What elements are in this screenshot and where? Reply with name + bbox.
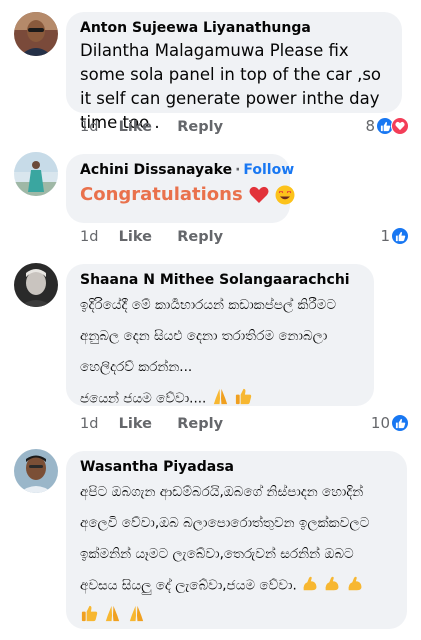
like-button[interactable]: Like — [119, 229, 173, 245]
comment-bubble: Achini Dissanayake · Follow Congratulation… — [66, 154, 295, 223]
comment-author-line: Achini Dissanayake · Follow — [80, 162, 294, 178]
emoji-line — [80, 604, 393, 636]
folded-hands-icon — [103, 604, 122, 635]
like-icon — [391, 227, 409, 245]
reply-button[interactable]: Reply — [177, 119, 223, 135]
flexed-biceps-icon — [346, 570, 364, 601]
comment-timestamp[interactable]: 1d — [80, 229, 114, 245]
like-button[interactable]: Like — [119, 119, 173, 135]
comment-text: අපිට ඔබගැන ආඩම්බරයි,ඔබගේ නිස්පාදන හොදින්… — [80, 477, 393, 635]
comment-timestamp[interactable]: 1d — [80, 119, 114, 135]
like-icon — [391, 414, 409, 432]
heart-eyes-icon — [275, 185, 295, 206]
comment-actions: 1d Like Reply — [80, 229, 223, 245]
reaction-count: 8 — [365, 117, 375, 135]
reply-button[interactable]: Reply — [177, 416, 223, 432]
comment-actions: 1d Like Reply — [80, 416, 223, 432]
comment-line: අනුබල දෙන සියළු දෙනා තරාතිරම නොබලා — [80, 328, 328, 344]
avatar[interactable] — [14, 449, 58, 493]
like-button[interactable]: Like — [119, 416, 173, 432]
flexed-biceps-icon — [301, 570, 319, 601]
comment-author[interactable]: Anton Sujeewa Liyanathunga — [80, 20, 388, 36]
comment-text: ඉදිරියේදී මේ කාර්‍යභාරයන් කඩාකප්පල් කිරී… — [80, 290, 360, 415]
avatar[interactable] — [14, 152, 58, 196]
comment-line-with-emoji: අවසය සියලු දේ ලැබේවා,ජයම වේවා. — [80, 570, 393, 602]
comment-line: ජයෙන් ජයම වේවා.... — [80, 390, 207, 407]
reaction-summary[interactable]: 8 — [365, 117, 409, 135]
red-heart-icon — [249, 185, 269, 206]
comment-line: අවසය සියලු දේ ලැබේවා,ජයම වේවා. — [80, 577, 297, 594]
flexed-biceps-icon — [323, 570, 341, 601]
reaction-count: 1 — [380, 227, 390, 245]
congrats-text: Congratulations — [80, 184, 243, 205]
comment-line: ඉදිරියේදී මේ කාර්‍යභාරයන් කඩාකප්පල් කිරී… — [80, 297, 337, 313]
comment-line-with-emoji: ජයෙන් ජයම වේවා.... — [80, 383, 360, 415]
comment-actions: 1d Like Reply — [80, 119, 223, 135]
thumbs-up-icon — [80, 604, 99, 635]
comment-bubble: Anton Sujeewa Liyanathunga Dilantha Mala… — [66, 12, 402, 132]
avatar[interactable] — [14, 263, 58, 307]
comment-line: ඉක්මනින් යෑමට ලැබේවා,තෙරුවන් සරනින් ඔබට — [80, 546, 354, 562]
comment-bubble: Shaana N Mithee Solangaarachchi ඉදිරියේද… — [66, 264, 374, 407]
comment-author[interactable]: Wasantha Piyadasa — [80, 459, 393, 475]
comment-text: Congratulations — [80, 184, 295, 206]
folded-hands-icon — [211, 383, 230, 414]
reaction-summary[interactable]: 10 — [371, 414, 409, 432]
comment-author[interactable]: Shaana N Mithee Solangaarachchi — [80, 272, 360, 288]
reply-button[interactable]: Reply — [177, 229, 223, 245]
comment-line: අලෙවි වේවා,ඔබ බලාපොරොත්තුවන ඉලක්කවලට — [80, 515, 370, 531]
comment-author[interactable]: Achini Dissanayake — [80, 162, 232, 178]
comment-line: අපිට ඔබගැන ආඩම්බරයි,ඔබගේ නිස්පාදන හොදින් — [80, 484, 364, 500]
love-icon — [391, 117, 409, 135]
comment-line: හෙලිදරව් කරන්න... — [80, 359, 193, 375]
reaction-summary[interactable]: 1 — [380, 227, 409, 245]
separator-dot: · — [235, 162, 241, 178]
folded-hands-icon — [127, 604, 146, 635]
reaction-count: 10 — [370, 414, 390, 432]
thumbs-up-icon — [234, 383, 253, 414]
follow-button[interactable]: Follow — [243, 162, 294, 178]
avatar[interactable] — [14, 12, 58, 56]
comment-timestamp[interactable]: 1d — [80, 416, 114, 432]
comment-bubble: Wasantha Piyadasa අපිට ඔබගැන ආඩම්බරයි,ඔබ… — [66, 451, 407, 629]
